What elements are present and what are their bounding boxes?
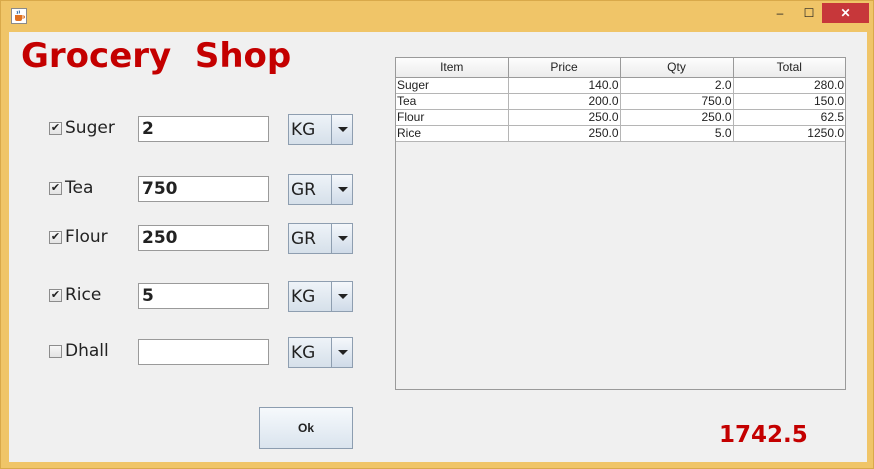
checkbox-tea[interactable]: ✔ (49, 182, 62, 195)
close-button[interactable]: ✕ (822, 3, 869, 23)
checkbox-label: Dhall (65, 341, 109, 361)
chevron-down-icon[interactable] (331, 115, 352, 144)
quantity-input-dhall[interactable] (138, 339, 269, 365)
table-cell: Flour (396, 108, 509, 126)
checkbox-label: Rice (65, 285, 102, 305)
title-bar[interactable]: ‒ ☐ ✕ (1, 1, 874, 31)
chevron-down-icon[interactable] (331, 175, 352, 204)
checkbox-label: Flour (65, 227, 108, 247)
checkbox-rice[interactable]: ✔ (49, 289, 62, 302)
unit-value: KG (291, 287, 316, 307)
unit-value: GR (291, 229, 316, 249)
quantity-input-flour[interactable]: 250 (138, 225, 269, 251)
table-cell: Rice (396, 124, 509, 142)
column-header-qty[interactable]: Qty (619, 58, 734, 78)
checkbox-label: Suger (65, 118, 115, 138)
chevron-down-icon[interactable] (331, 338, 352, 367)
column-header-item[interactable]: Item (396, 58, 509, 78)
table-row[interactable]: Rice 250.0 5.0 1250.0 (396, 124, 845, 142)
table-cell: 1250.0 (732, 124, 845, 142)
column-header-price[interactable]: Price (507, 58, 621, 78)
table-cell: 280.0 (732, 76, 845, 94)
quantity-input-tea[interactable]: 750 (138, 176, 269, 202)
unit-value: KG (291, 343, 316, 363)
table-cell: 62.5 (732, 108, 845, 126)
table-cell: Suger (396, 76, 509, 94)
table-cell: 250.0 (507, 108, 621, 126)
table-row[interactable]: Suger 140.0 2.0 280.0 (396, 76, 845, 94)
unit-value: KG (291, 120, 316, 140)
chevron-down-icon[interactable] (331, 282, 352, 311)
minimize-button[interactable]: ‒ (767, 3, 793, 23)
table-cell: 250.0 (619, 108, 734, 126)
maximize-button[interactable]: ☐ (796, 3, 822, 23)
table-cell: 5.0 (619, 124, 734, 142)
unit-dropdown-suger[interactable]: KG (288, 114, 353, 145)
app-title: Grocery Shop (21, 36, 292, 76)
table-cell: 2.0 (619, 76, 734, 94)
content-panel: Grocery Shop ✔ Suger 2 KG ✔ Tea 750 GR ✔… (9, 32, 867, 462)
app-window: ‒ ☐ ✕ Grocery Shop ✔ Suger 2 KG ✔ Tea 75… (0, 0, 874, 469)
grand-total: 1742.5 (719, 422, 808, 448)
table-row[interactable]: Flour 250.0 250.0 62.5 (396, 108, 845, 126)
checkbox-suger[interactable]: ✔ (49, 122, 62, 135)
checkbox-flour[interactable]: ✔ (49, 231, 62, 244)
unit-dropdown-flour[interactable]: GR (288, 223, 353, 254)
table-cell: 200.0 (507, 92, 621, 110)
quantity-input-suger[interactable]: 2 (138, 116, 269, 142)
java-cup-icon (11, 8, 27, 24)
chevron-down-icon[interactable] (331, 224, 352, 253)
table-cell: 250.0 (507, 124, 621, 142)
order-table[interactable]: Item Price Qty Total Suger 140.0 2.0 280… (395, 57, 846, 390)
table-cell: Tea (396, 92, 509, 110)
column-header-total[interactable]: Total (732, 58, 845, 78)
unit-value: GR (291, 180, 316, 200)
table-cell: 150.0 (732, 92, 845, 110)
table-row[interactable]: Tea 200.0 750.0 150.0 (396, 92, 845, 110)
table-header-row: Item Price Qty Total (396, 58, 845, 78)
table-cell: 140.0 (507, 76, 621, 94)
unit-dropdown-tea[interactable]: GR (288, 174, 353, 205)
table-cell: 750.0 (619, 92, 734, 110)
unit-dropdown-dhall[interactable]: KG (288, 337, 353, 368)
ok-button[interactable]: Ok (259, 407, 353, 449)
unit-dropdown-rice[interactable]: KG (288, 281, 353, 312)
quantity-input-rice[interactable]: 5 (138, 283, 269, 309)
checkbox-dhall[interactable] (49, 345, 62, 358)
checkbox-label: Tea (65, 178, 94, 198)
